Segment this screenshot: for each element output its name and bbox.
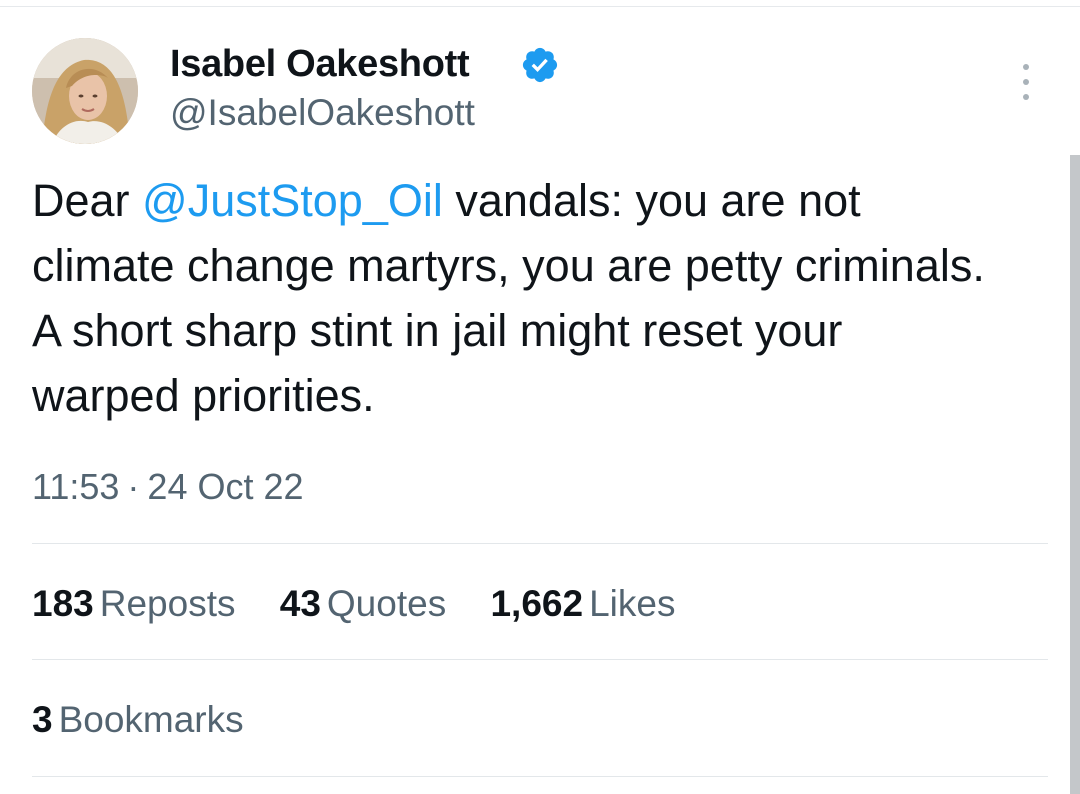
reposts-stat[interactable]: 183 Reposts xyxy=(32,580,235,628)
more-options-button[interactable] xyxy=(1008,60,1044,104)
likes-label: Likes xyxy=(589,583,676,624)
tweet-date: 24 Oct 22 xyxy=(147,466,304,507)
bookmarks-count: 3 xyxy=(32,699,53,740)
scrollbar[interactable] xyxy=(1070,155,1080,794)
top-divider xyxy=(0,6,1080,7)
author-name[interactable]: Isabel Oakeshott xyxy=(170,40,470,88)
divider-meta xyxy=(32,543,1048,544)
reposts-label: Reposts xyxy=(99,583,236,624)
more-options-icon xyxy=(1023,64,1029,70)
more-options-icon-dot xyxy=(1023,94,1029,100)
bookmarks-stat-inner: 3 Bookmarks xyxy=(32,696,244,744)
divider-stats xyxy=(32,659,1048,660)
tweet-text-start: Dear xyxy=(32,175,143,226)
verified-badge-icon xyxy=(522,47,558,83)
more-options-icon-dot xyxy=(1023,79,1029,85)
meta-separator: · xyxy=(127,466,140,507)
tweet-text: Dear @JustStop_Oil vandals: you are not … xyxy=(32,168,992,428)
quotes-label: Quotes xyxy=(326,583,447,624)
avatar-image xyxy=(32,38,138,144)
bookmarks-label: Bookmarks xyxy=(58,699,244,740)
engagement-stats: 183 Reposts 43 Quotes 1,662 Likes xyxy=(32,580,709,628)
quotes-stat[interactable]: 43 Quotes xyxy=(280,580,446,628)
tweet-timestamp[interactable]: 11:53 · 24 Oct 22 xyxy=(32,464,304,510)
bookmarks-stat[interactable]: 3 Bookmarks xyxy=(32,696,278,744)
author-handle[interactable]: @IsabelOakeshott xyxy=(170,90,475,136)
mention-link[interactable]: @JustStop_Oil xyxy=(142,175,443,226)
reposts-count: 183 xyxy=(32,583,94,624)
divider-bookmarks xyxy=(32,776,1048,777)
author-avatar[interactable] xyxy=(32,38,138,144)
likes-stat[interactable]: 1,662 Likes xyxy=(490,580,675,628)
likes-count: 1,662 xyxy=(490,583,584,624)
quotes-count: 43 xyxy=(279,583,321,624)
tweet-time: 11:53 xyxy=(32,466,120,507)
